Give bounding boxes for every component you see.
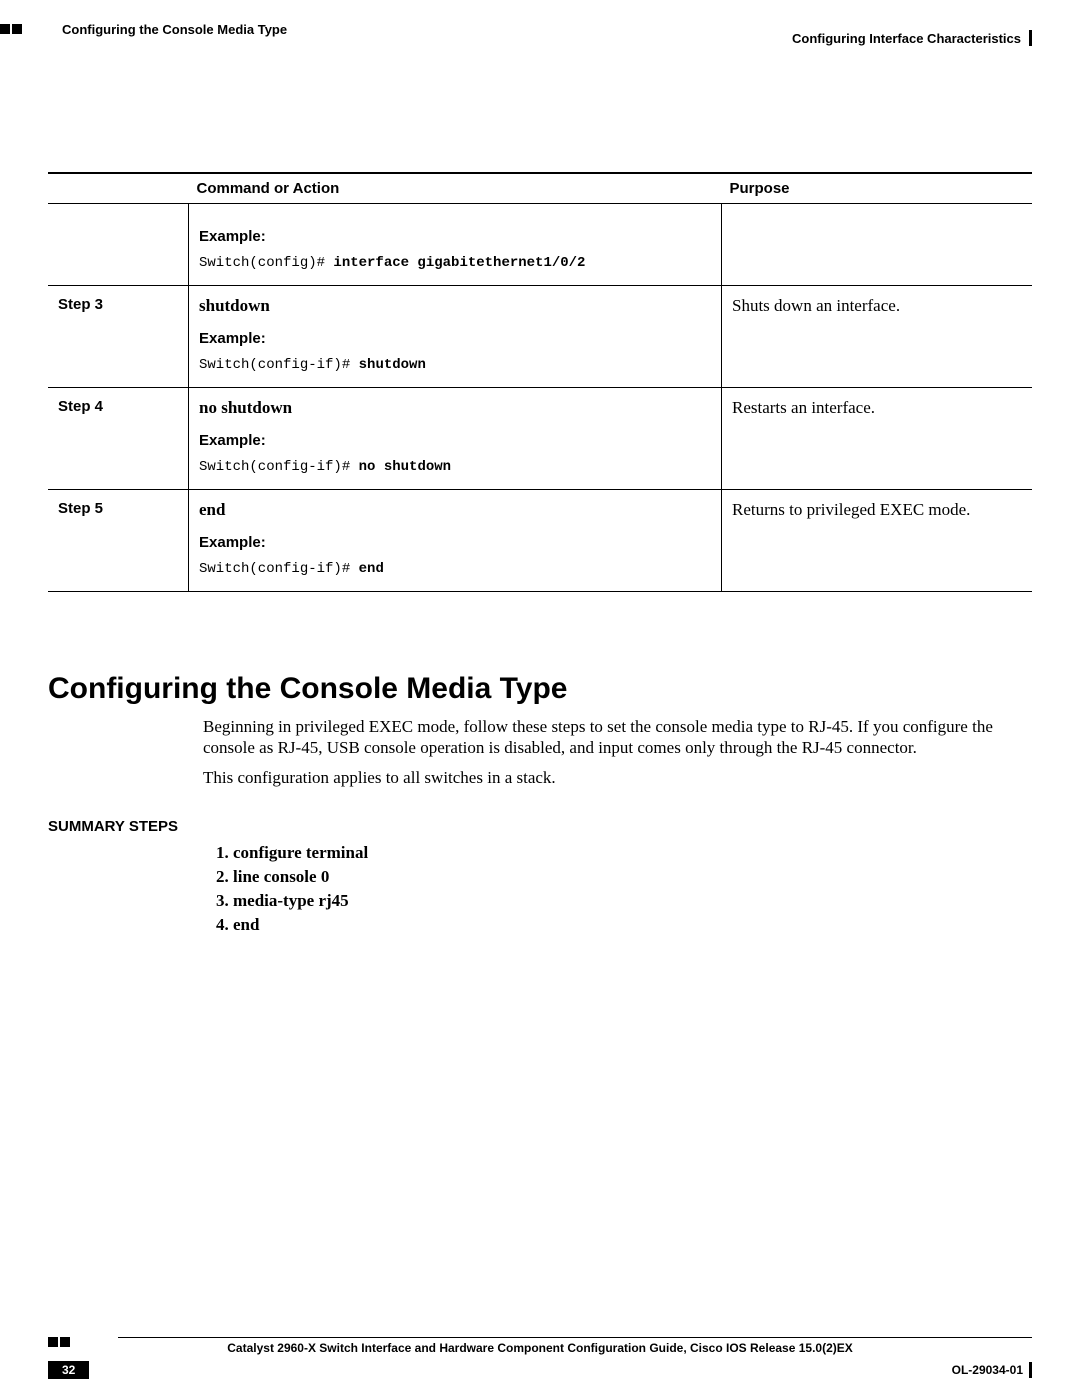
step-label: Step 3: [48, 286, 189, 388]
code-bold: no shutdown: [359, 459, 451, 475]
page-footer: Catalyst 2960-X Switch Interface and Har…: [48, 1337, 1032, 1379]
step-label: Step 5: [48, 490, 189, 592]
th-purpose: Purpose: [722, 173, 1033, 204]
chapter-header-text: Configuring Interface Characteristics: [792, 31, 1021, 46]
command-table: Command or Action Purpose Example: Switc…: [48, 172, 1032, 592]
command-name: no shutdown: [199, 398, 711, 418]
footer-title: Catalyst 2960-X Switch Interface and Har…: [48, 1337, 1032, 1355]
code-prefix: Switch(config-if)#: [199, 357, 359, 373]
purpose-cell: [722, 204, 1033, 286]
command-name: shutdown: [199, 296, 711, 316]
table-row: Example: Switch(config)# interface gigab…: [48, 204, 1032, 286]
section-body: Beginning in privileged EXEC mode, follo…: [203, 716, 1032, 788]
section-para: This configuration applies to all switch…: [203, 767, 1032, 788]
code-bold: interface gigabitethernet1/0/2: [333, 255, 585, 271]
step-label: [48, 204, 189, 286]
th-step: [48, 173, 189, 204]
square-decor-icon: [0, 24, 22, 34]
footer-row: 32 OL-29034-01: [48, 1361, 1032, 1379]
footer-bar-icon: [1029, 1362, 1032, 1378]
list-item: end: [233, 915, 1032, 935]
code-prefix: Switch(config-if)#: [199, 561, 359, 577]
summary-steps-label: SUMMARY STEPS: [48, 818, 1032, 835]
code-bold: shutdown: [359, 357, 426, 373]
header-left-decoration: Configuring the Console Media Type: [0, 18, 287, 37]
code-prefix: Switch(config-if)#: [199, 459, 359, 475]
section-heading: Configuring the Console Media Type: [48, 672, 1032, 706]
purpose-cell: Restarts an interface.: [722, 388, 1033, 490]
table-row: Step 5 end Example: Switch(config-if)# e…: [48, 490, 1032, 592]
breadcrumb: Configuring the Console Media Type: [62, 22, 287, 37]
summary-steps-list: configure terminal line console 0 media-…: [203, 843, 1032, 935]
section-para: Beginning in privileged EXEC mode, follo…: [203, 716, 1032, 759]
purpose-cell: Returns to privileged EXEC mode.: [722, 490, 1033, 592]
command-cell: no shutdown Example: Switch(config-if)# …: [189, 388, 722, 490]
footer-square-decor-icon: [48, 1337, 70, 1347]
page: Configuring Interface Characteristics Co…: [0, 0, 1080, 1397]
command-cell: shutdown Example: Switch(config-if)# shu…: [189, 286, 722, 388]
table-row: Step 3 shutdown Example: Switch(config-i…: [48, 286, 1032, 388]
code-example: Switch(config-if)# shutdown: [199, 357, 711, 373]
doc-id: OL-29034-01: [952, 1362, 1032, 1378]
code-prefix: Switch(config)#: [199, 255, 333, 271]
step-label: Step 4: [48, 388, 189, 490]
example-label: Example:: [199, 534, 711, 551]
th-command: Command or Action: [189, 173, 722, 204]
code-bold: end: [359, 561, 384, 577]
command-cell: end Example: Switch(config-if)# end: [189, 490, 722, 592]
chapter-header: Configuring Interface Characteristics: [792, 30, 1032, 46]
list-item: line console 0: [233, 867, 1032, 887]
purpose-cell: Shuts down an interface.: [722, 286, 1033, 388]
example-label: Example:: [199, 228, 711, 245]
example-label: Example:: [199, 330, 711, 347]
example-label: Example:: [199, 432, 711, 449]
code-example: Switch(config-if)# end: [199, 561, 711, 577]
list-item: configure terminal: [233, 843, 1032, 863]
list-item: media-type rj45: [233, 891, 1032, 911]
header-bar-icon: [1029, 30, 1032, 46]
doc-id-text: OL-29034-01: [952, 1363, 1023, 1377]
command-name: end: [199, 500, 711, 520]
code-example: Switch(config-if)# no shutdown: [199, 459, 711, 475]
page-number: 32: [48, 1361, 89, 1379]
command-cell: Example: Switch(config)# interface gigab…: [189, 204, 722, 286]
table-row: Step 4 no shutdown Example: Switch(confi…: [48, 388, 1032, 490]
code-example: Switch(config)# interface gigabitetherne…: [199, 255, 711, 271]
